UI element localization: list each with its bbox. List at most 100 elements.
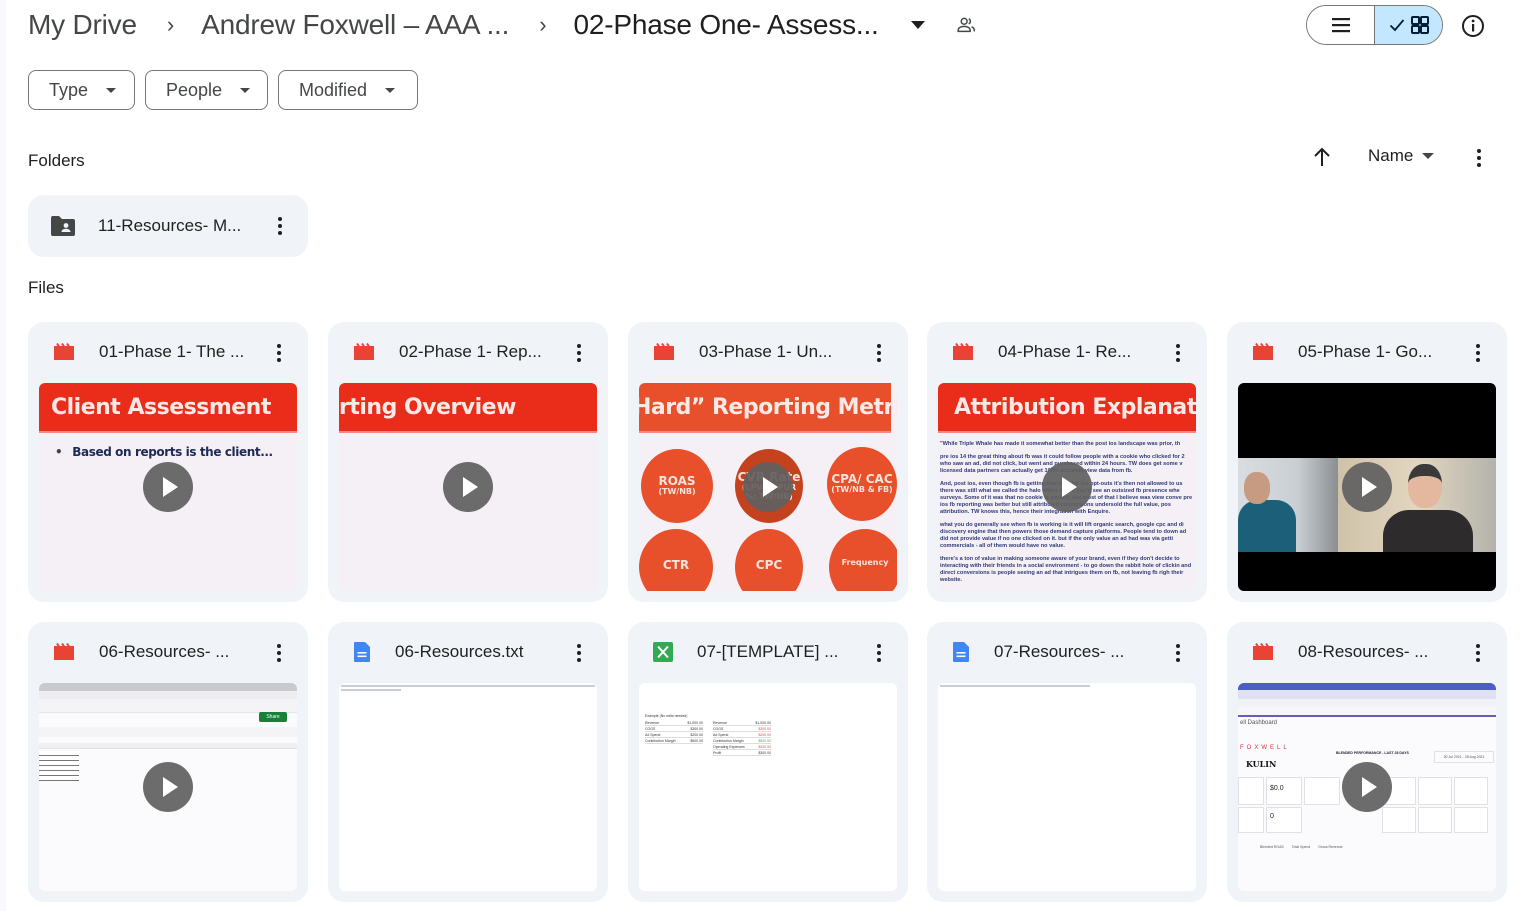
arrow-drop-down-icon xyxy=(1422,153,1435,159)
type-filter-chip[interactable]: Type xyxy=(28,70,135,110)
file-name: 07-Resources- ... xyxy=(994,642,1125,661)
more-options-icon[interactable] xyxy=(570,641,588,665)
breadcrumb-current-folder[interactable]: 02-Phase One- Assess... xyxy=(574,9,879,41)
metric-box xyxy=(1238,807,1264,833)
arrow-drop-down-icon xyxy=(385,87,396,93)
dashboard-title: ell Dashboard xyxy=(1240,720,1278,726)
doc-text-line xyxy=(341,689,401,691)
metric-value: 0 xyxy=(1270,813,1274,820)
file-card[interactable]: 01-Phase 1- The ... Client Assessment Ba… xyxy=(28,322,308,602)
more-options-icon[interactable] xyxy=(270,641,288,665)
chart-legend: Blended ROAS Total Spend Gross Revenue xyxy=(1260,845,1343,849)
brand-name: KULIN xyxy=(1246,759,1277,769)
shared-people-icon[interactable] xyxy=(955,14,977,36)
file-card[interactable]: 05-Phase 1- Go... xyxy=(1227,322,1507,602)
people-filter-chip[interactable]: People xyxy=(145,70,268,110)
breadcrumb-separator: › xyxy=(166,12,175,37)
play-icon[interactable] xyxy=(743,462,793,512)
legend-item: Gross Revenue xyxy=(1318,845,1343,849)
slide-bullet: Based on reports is the client... xyxy=(55,445,273,459)
more-options-icon[interactable] xyxy=(270,341,288,365)
file-thumbnail xyxy=(938,683,1196,891)
metric-circle: ROAS (TW/NB) xyxy=(641,449,713,523)
more-options-icon[interactable] xyxy=(1169,641,1187,665)
file-card[interactable]: 07-Resources- ... xyxy=(927,622,1207,902)
browser-address-bar xyxy=(39,691,297,699)
file-name: 04-Phase 1- Re... xyxy=(998,342,1132,361)
more-options-icon[interactable] xyxy=(1469,641,1487,665)
file-thumbnail xyxy=(339,683,597,891)
sheet-table-left: Revenue $1,000.00 COGS $300.00 Ad Spend $20… xyxy=(645,720,703,744)
more-options-icon[interactable] xyxy=(870,341,888,365)
file-card[interactable]: 02-Phase 1- Rep... rting Overview xyxy=(328,322,608,602)
more-options-icon[interactable] xyxy=(1169,341,1187,365)
more-options-icon[interactable] xyxy=(870,641,888,665)
format-toolbar xyxy=(39,727,297,737)
more-options-icon[interactable] xyxy=(570,341,588,365)
file-card[interactable]: 07-[TEMPLATE] ... Example (No edits need… xyxy=(628,622,908,902)
breadcrumb-parent-folder[interactable]: Andrew Foxwell – AAA ... xyxy=(201,9,509,41)
grid-view-button[interactable] xyxy=(1375,6,1442,44)
metric-box xyxy=(1454,807,1488,833)
file-card[interactable]: 06-Resources- ... Share xyxy=(28,622,308,902)
file-card[interactable]: 03-Phase 1- Un... Hard” Reporting Metric… xyxy=(628,322,908,602)
folder-name: 11-Resources- M... xyxy=(98,216,242,235)
metric-box xyxy=(1418,777,1452,805)
arrow-drop-down-icon xyxy=(106,87,117,93)
metric-sub: (TW/NB) xyxy=(658,487,696,497)
participant-tile xyxy=(1238,458,1338,552)
file-name: 08-Resources- ... xyxy=(1298,642,1429,661)
modified-filter-chip[interactable]: Modified xyxy=(278,70,418,110)
play-icon[interactable] xyxy=(1342,462,1392,512)
metric-box: 0 xyxy=(1266,807,1302,833)
file-card[interactable]: 06-Resources.txt xyxy=(328,622,608,902)
video-file-icon xyxy=(654,343,674,360)
file-thumbnail: Hard” Reporting Metric ROAS(TW/NB) CVR R… xyxy=(639,383,897,591)
left-edge xyxy=(0,0,6,911)
metric-label: CTR xyxy=(662,558,690,572)
docs-file-icon xyxy=(953,642,969,662)
metric-box xyxy=(1454,777,1488,805)
metric-circle: CPA/ CAC (TW/NB & FB) xyxy=(827,447,897,521)
brand-logo: FOXWELL xyxy=(1240,745,1290,751)
file-card[interactable]: 08-Resources- ... ell Dashboard FOXWELL … xyxy=(1227,622,1507,902)
file-thumbnail: Example (No edits needed) Revenue $1,000.… xyxy=(639,683,897,891)
arrow-drop-down-icon[interactable] xyxy=(910,21,925,29)
breadcrumb-my-drive[interactable]: My Drive xyxy=(28,9,137,41)
file-card[interactable]: 04-Phase 1- Re... Attribution Explanati … xyxy=(927,322,1207,602)
play-icon[interactable] xyxy=(143,762,193,812)
metric-box xyxy=(1418,807,1452,833)
doc-text-line xyxy=(940,685,1090,687)
slide-title: Attribution Explanati xyxy=(938,383,1196,433)
play-icon[interactable] xyxy=(1342,762,1392,812)
folder-item[interactable]: 11-Resources- M... xyxy=(28,195,308,257)
docs-file-icon xyxy=(354,642,370,662)
excel-file-icon xyxy=(653,642,673,662)
play-icon[interactable] xyxy=(143,462,193,512)
sheet-table-right: Revenue $1,000.00 COGS $300.00 Ad Spend $20… xyxy=(713,720,771,756)
play-icon[interactable] xyxy=(443,462,493,512)
more-options-icon[interactable] xyxy=(1469,341,1487,365)
file-thumbnail: rting Overview xyxy=(339,383,597,591)
play-icon[interactable] xyxy=(1042,462,1092,512)
sheet-toolbar xyxy=(39,699,297,713)
more-options-icon[interactable] xyxy=(271,214,289,238)
file-thumbnail: ell Dashboard FOXWELL KULIN BLENDED PERF… xyxy=(1238,683,1496,891)
more-options-icon[interactable] xyxy=(1470,146,1488,170)
metric-box xyxy=(1238,777,1264,805)
sheet-rows xyxy=(39,751,79,781)
slide-paragraph: there's a ton of value in making someone… xyxy=(940,556,1192,583)
chip-label: Type xyxy=(49,79,89,100)
dashboard-heading: BLENDED PERFORMANCE - LAST 28 DAYS xyxy=(1336,751,1409,755)
list-view-button[interactable] xyxy=(1307,6,1375,44)
video-file-icon xyxy=(54,643,74,660)
chip-label: Modified xyxy=(299,79,368,100)
file-name: 06-Resources.txt xyxy=(395,642,524,661)
sort-by-name-button[interactable]: Name xyxy=(1368,146,1435,166)
info-icon[interactable] xyxy=(1460,13,1486,39)
slide-title: Hard” Reporting Metric xyxy=(639,383,897,433)
metric-sub: (TW/NB & FB) xyxy=(831,485,893,495)
video-file-icon xyxy=(1253,643,1273,660)
sort-direction-up-arrow-icon[interactable] xyxy=(1311,146,1333,168)
legend-item: Blended ROAS xyxy=(1260,845,1284,849)
